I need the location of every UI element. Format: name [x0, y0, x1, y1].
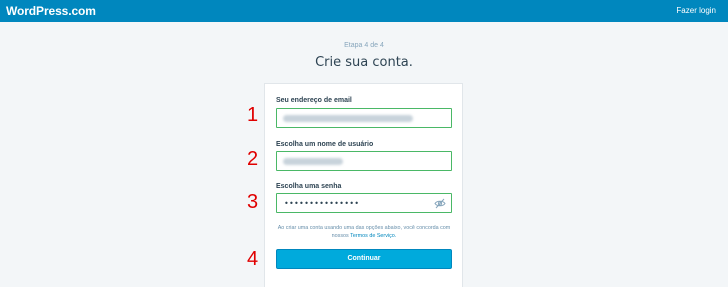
annotation-number-3: 3	[247, 191, 259, 213]
continue-button[interactable]: Continuar	[276, 249, 452, 269]
username-field[interactable]	[276, 151, 452, 171]
annotation-number-2: 2	[247, 148, 259, 170]
annotation-number-4: 4	[247, 248, 259, 270]
terms-of-service-link[interactable]: Termos de Serviço.	[350, 233, 396, 239]
top-bar: WordPress.com Fazer login	[0, 0, 728, 22]
password-label: Escolha uma senha	[276, 183, 342, 190]
username-value-blurred	[283, 158, 343, 165]
password-value: •••••••••••••••	[284, 199, 360, 208]
wordpress-logo[interactable]: WordPress.com	[6, 4, 96, 18]
email-field[interactable]	[276, 108, 452, 128]
page-title: Crie sua conta.	[315, 55, 413, 70]
email-value-blurred	[283, 115, 413, 122]
password-field[interactable]: •••••••••••••••	[276, 193, 452, 213]
annotation-number-1: 1	[247, 104, 259, 126]
email-label: Seu endereço de email	[276, 97, 352, 104]
step-indicator: Etapa 4 de 4	[344, 42, 384, 49]
hide-password-icon[interactable]	[434, 198, 446, 209]
terms-text: Ao criar uma conta usando uma das opções…	[276, 224, 452, 240]
username-label: Escolha um nome de usuário	[276, 141, 374, 148]
login-link[interactable]: Fazer login	[676, 6, 716, 15]
